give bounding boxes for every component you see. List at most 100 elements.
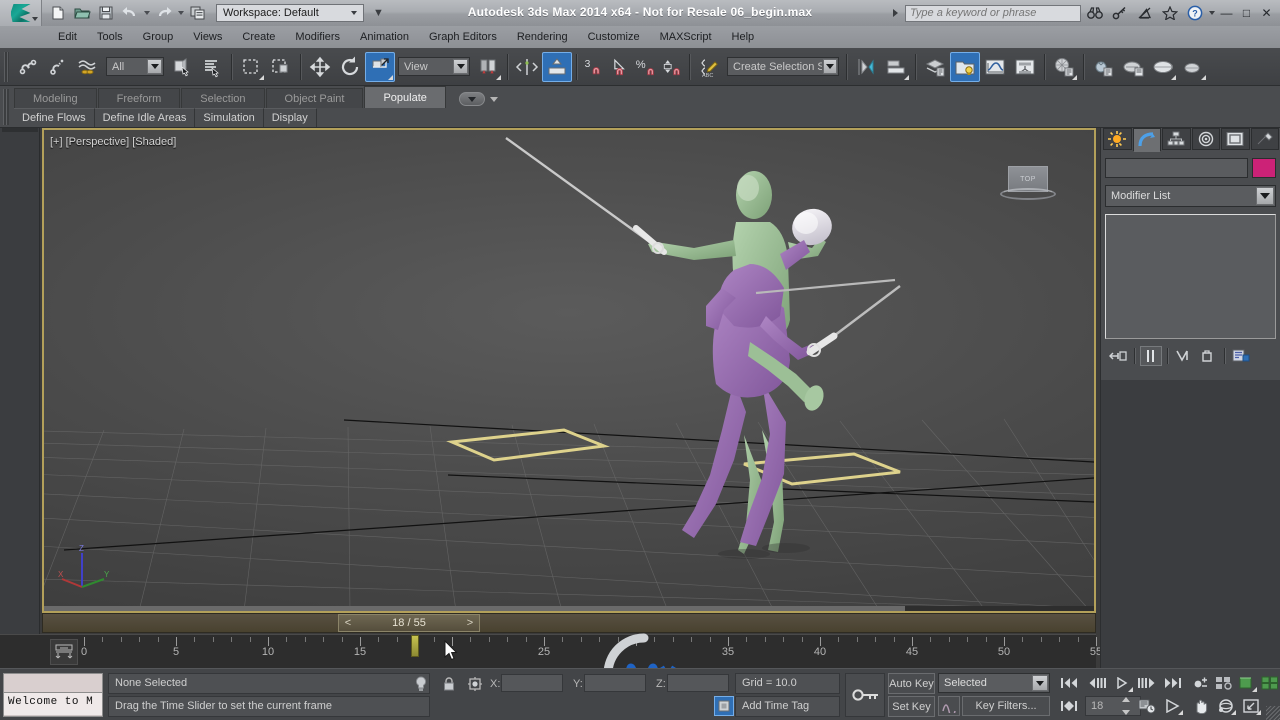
search-input[interactable]	[905, 4, 1081, 22]
key-filters-button[interactable]: Key Filters...	[962, 696, 1050, 716]
align-icon[interactable]	[542, 51, 572, 82]
coord-y-field[interactable]	[584, 674, 646, 692]
previous-frame-arrow[interactable]: <	[339, 615, 357, 631]
zoom-extents-icon[interactable]	[1162, 696, 1184, 716]
time-configuration-icon[interactable]	[1136, 696, 1158, 716]
menu-item-animation[interactable]: Animation	[350, 29, 419, 45]
binoculars-icon[interactable]	[1084, 2, 1106, 24]
go-to-end-icon[interactable]	[1162, 673, 1184, 693]
chevron-down-icon[interactable]	[453, 59, 468, 74]
ribbon-subtab-define-idle-areas[interactable]: Define Idle Areas	[94, 108, 196, 127]
menu-item-help[interactable]: Help	[722, 29, 765, 45]
menu-item-modifiers[interactable]: Modifiers	[285, 29, 350, 45]
motion-tab-icon[interactable]	[1191, 128, 1220, 150]
object-name-field[interactable]	[1105, 158, 1248, 178]
auto-key-button[interactable]: Auto Key	[888, 673, 935, 694]
ribbon-tab-selection[interactable]: Selection	[181, 88, 265, 108]
application-menu-button[interactable]	[0, 0, 42, 26]
chevron-down-icon[interactable]	[147, 59, 162, 74]
select-and-link-icon[interactable]	[13, 52, 43, 82]
key-mode-toggle-icon[interactable]	[1213, 673, 1235, 693]
snaps-toggle-icon[interactable]: 3	[581, 52, 607, 82]
set-key-button[interactable]: Set Key	[888, 696, 935, 717]
key-mode-toggle-icon[interactable]	[845, 673, 885, 717]
ribbon-tab-freeform[interactable]: Freeform	[97, 88, 181, 108]
selection-filter-combo[interactable]: All	[106, 57, 164, 76]
chevron-down-icon[interactable]	[1032, 675, 1048, 691]
search-expand-icon[interactable]	[893, 9, 898, 17]
key-icon[interactable]	[1109, 2, 1131, 24]
select-by-name-icon[interactable]	[197, 52, 227, 82]
go-to-frame-icon[interactable]	[1058, 696, 1080, 716]
select-and-scale-icon[interactable]	[365, 51, 395, 82]
add-keys-icon[interactable]	[1259, 673, 1280, 693]
align-objects-icon[interactable]	[881, 52, 911, 82]
coord-x-field[interactable]	[501, 674, 563, 692]
chevron-down-icon[interactable]	[823, 59, 837, 74]
menu-item-maxscript[interactable]: MAXScript	[650, 29, 722, 45]
add-time-tag-button[interactable]: Add Time Tag	[735, 696, 840, 717]
absolute-mode-icon[interactable]	[466, 675, 484, 693]
menu-item-group[interactable]: Group	[133, 29, 184, 45]
toolbar-grip[interactable]	[4, 51, 9, 82]
angle-snap-toggle-icon[interactable]	[607, 52, 633, 82]
orbit-icon[interactable]	[1215, 696, 1237, 716]
maxscript-input-row[interactable]	[4, 674, 102, 693]
current-frame-field[interactable]: 18	[1085, 696, 1141, 716]
hierarchy-tab-icon[interactable]	[1162, 128, 1191, 150]
save-file-icon[interactable]	[95, 2, 117, 24]
redo-icon[interactable]	[153, 2, 175, 24]
window-crossing-icon[interactable]	[266, 52, 296, 82]
mirror-objects-icon[interactable]	[851, 52, 881, 82]
create-tab-icon[interactable]	[1103, 128, 1132, 150]
key-filter-icon[interactable]	[50, 639, 78, 665]
star-icon[interactable]	[1159, 2, 1181, 24]
workspace-selector[interactable]: Workspace: Default	[216, 4, 364, 22]
mirror-icon[interactable]	[512, 52, 542, 82]
viewport-label[interactable]: [+] [Perspective] [Shaded]	[50, 136, 176, 148]
named-selection-sets-combo[interactable]: Create Selection Set	[727, 57, 839, 76]
ribbon-subtab-display[interactable]: Display	[263, 108, 317, 127]
ribbon-grip[interactable]	[3, 89, 9, 125]
time-slider-handle[interactable]: < 18 / 55 >	[338, 614, 480, 632]
perspective-viewport[interactable]: [+] [Perspective] [Shaded] TOP Z X Y	[42, 128, 1096, 613]
view-cube-compass-ring[interactable]	[1000, 188, 1056, 200]
set-key-arc-icon[interactable]	[938, 696, 960, 716]
ribbon-tab-object-paint[interactable]: Object Paint	[265, 88, 364, 108]
close-button[interactable]: ✕	[1258, 3, 1275, 23]
ribbon-tab-modeling[interactable]: Modeling	[14, 88, 97, 108]
unlink-selection-icon[interactable]	[43, 52, 73, 82]
next-frame-icon[interactable]	[1136, 673, 1158, 693]
minimize-button[interactable]: —	[1218, 3, 1235, 23]
previous-frame-icon[interactable]	[1086, 673, 1108, 693]
bind-to-space-warp-icon[interactable]	[73, 52, 103, 82]
track-bar[interactable]: 0 5 10 15 25 35 40 45 50 55	[0, 634, 1102, 668]
ribbon-subtab-simulation[interactable]: Simulation	[195, 108, 264, 127]
ribbon-subtab-define-flows[interactable]: Define Flows	[14, 108, 95, 127]
ribbon-options-chevron-icon[interactable]	[489, 97, 498, 102]
undo-icon[interactable]	[119, 2, 141, 24]
menu-item-customize[interactable]: Customize	[578, 29, 650, 45]
selection-level-combo[interactable]: Selected	[938, 673, 1050, 693]
workspace-menu-icon[interactable]: ▼	[373, 7, 384, 19]
project-folder-icon[interactable]	[187, 2, 209, 24]
modifier-stack-list[interactable]	[1105, 214, 1276, 339]
time-tag-icon[interactable]	[714, 696, 734, 716]
menu-item-graph-editors[interactable]: Graph Editors	[419, 29, 507, 45]
chevron-down-icon[interactable]	[1256, 187, 1274, 205]
modify-tab-icon[interactable]	[1132, 128, 1161, 152]
maximize-button[interactable]: □	[1238, 3, 1255, 23]
redo-dropdown-icon[interactable]	[178, 11, 184, 15]
show-end-result-icon[interactable]	[1140, 346, 1162, 366]
help-icon[interactable]: ?	[1184, 2, 1206, 24]
object-color-swatch[interactable]	[1252, 158, 1276, 178]
ribbon-minimize-icon[interactable]	[458, 92, 485, 106]
render-production-icon[interactable]	[1148, 52, 1178, 82]
display-tab-icon[interactable]	[1221, 128, 1250, 150]
utilities-tab-icon[interactable]	[1250, 128, 1279, 150]
open-file-icon[interactable]	[71, 2, 93, 24]
render-setup-icon[interactable]	[1088, 52, 1118, 82]
satellite-dish-icon[interactable]	[1134, 2, 1156, 24]
view-cube[interactable]: TOP	[1000, 166, 1056, 204]
material-editor-icon[interactable]	[1049, 52, 1079, 82]
